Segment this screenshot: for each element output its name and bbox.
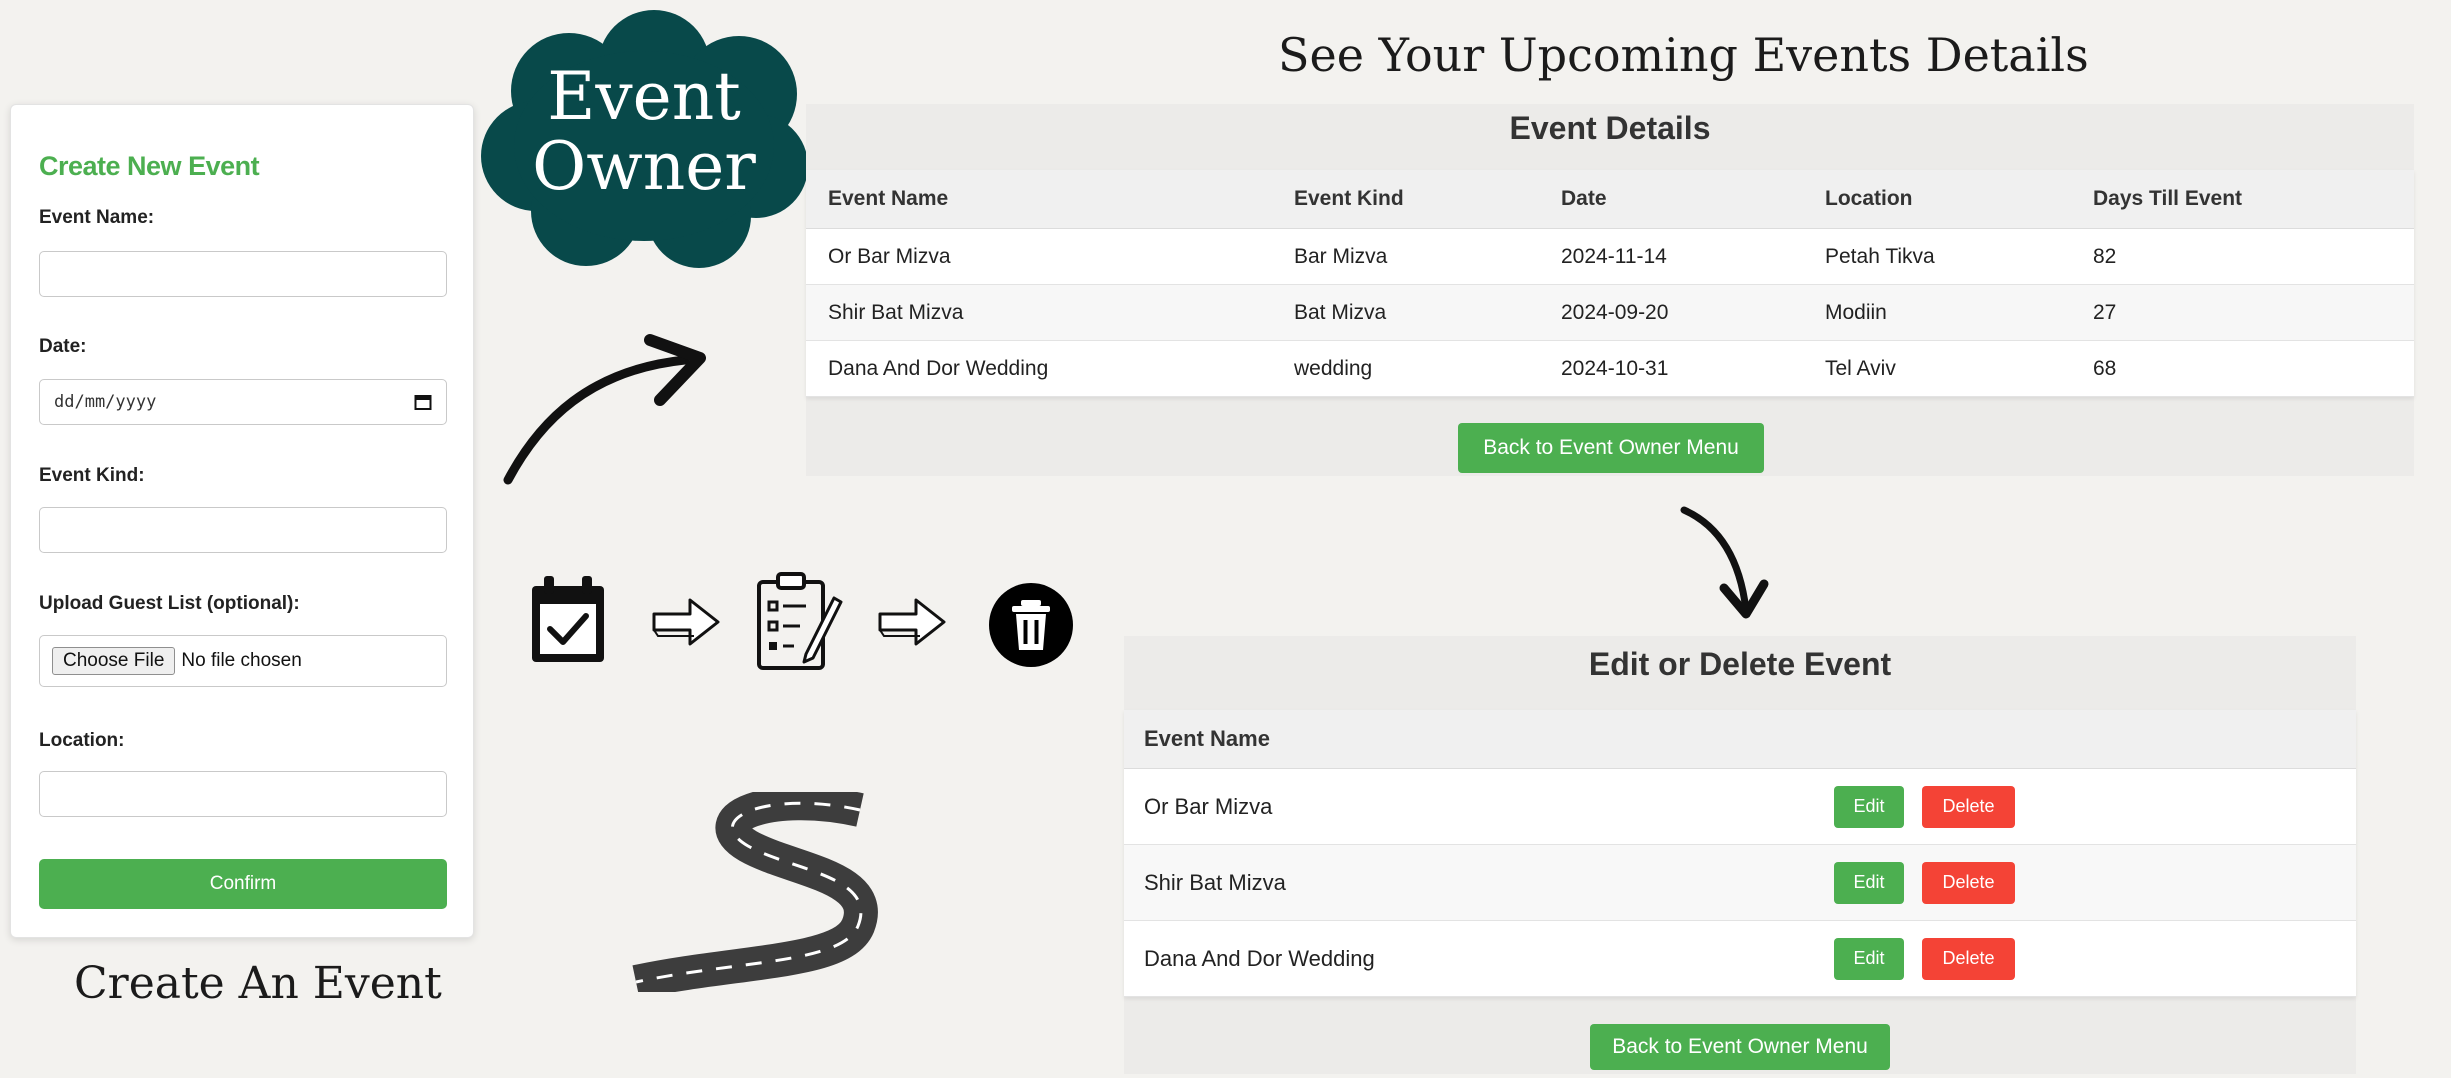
event-name-label: Event Name: [39, 207, 155, 228]
create-event-form: Create New Event Event Name: Date: dd/mm… [10, 104, 474, 938]
no-file-text: No file chosen [181, 650, 302, 671]
table-cell: 82 [2071, 228, 2414, 285]
location-input[interactable] [39, 771, 447, 817]
table-row: Or Bar Mizva Bar Mizva 2024-11-14 Petah … [806, 228, 2414, 285]
column-header: Date [1539, 170, 1803, 229]
table-cell: Petah Tikva [1803, 228, 2071, 285]
road-icon [632, 792, 878, 992]
guest-list-label: Upload Guest List (optional): [39, 593, 300, 614]
event-details-table: Event Name Event Kind Date Location Days… [806, 170, 2414, 397]
curved-arrow-icon [503, 334, 706, 485]
event-name-cell: Dana And Dor Wedding [1124, 920, 1814, 997]
table-row: Dana And Dor Wedding Edit Delete [1124, 920, 2356, 997]
edit-delete-panel: Edit or Delete Event Event Name Or Bar M… [1124, 636, 2356, 1074]
edit-delete-table: Event Name Or Bar Mizva Edit Delete Shir … [1124, 710, 2356, 997]
event-name-cell: Shir Bat Mizva [1124, 844, 1814, 921]
event-name-cell: Or Bar Mizva [1124, 768, 1814, 845]
cloud-label-line1: Event [547, 58, 741, 135]
column-header: Location [1803, 170, 2071, 229]
actions-cell: Edit Delete [1814, 768, 2356, 845]
table-cell: Bat Mizva [1272, 284, 1539, 341]
edit-button[interactable]: Edit [1834, 937, 1904, 980]
delete-button[interactable]: Delete [1922, 861, 2015, 904]
event-name-input[interactable] [39, 251, 447, 297]
table-cell: 27 [2071, 284, 2414, 341]
date-label: Date: [39, 336, 87, 357]
table-cell: Shir Bat Mizva [806, 284, 1272, 341]
event-details-panel: Event Details Event Name Event Kind Date… [806, 104, 2414, 476]
edit-delete-title: Edit or Delete Event [1588, 646, 1892, 682]
column-header: Event Name [806, 170, 1272, 229]
delete-button[interactable]: Delete [1922, 937, 2015, 980]
confirm-button[interactable]: Confirm [39, 859, 447, 909]
calendar-picker-icon[interactable] [414, 393, 432, 411]
edit-button[interactable]: Edit [1834, 861, 1904, 904]
actions-cell: Edit Delete [1814, 844, 2356, 921]
right-arrow-icon [652, 598, 720, 646]
edit-button[interactable]: Edit [1834, 785, 1904, 828]
actions-cell: Edit Delete [1814, 920, 2356, 997]
actions-header [1814, 710, 2356, 769]
table-row: Shir Bat Mizva Bat Mizva 2024-09-20 Modi… [806, 284, 2414, 341]
table-row: Shir Bat Mizva Edit Delete [1124, 844, 2356, 921]
event-kind-label: Event Kind: [39, 465, 145, 486]
choose-file-button[interactable]: Choose File [52, 647, 176, 675]
calendar-check-icon [532, 576, 604, 662]
table-cell: Dana And Dor Wedding [806, 340, 1272, 397]
table-row: Dana And Dor Wedding wedding 2024-10-31 … [806, 340, 2414, 397]
cloud-label-line2: Owner [532, 128, 756, 205]
date-placeholder: dd/mm/yyyy [54, 392, 157, 412]
down-arrow-icon [1680, 506, 1769, 619]
table-cell: 2024-10-31 [1539, 340, 1803, 397]
table-cell: Or Bar Mizva [806, 228, 1272, 285]
cloud-label: Event Owner [474, 62, 814, 202]
column-header: Days Till Event [2071, 170, 2414, 229]
upcoming-events-caption: See Your Upcoming Events Details [1278, 28, 2089, 82]
back-to-menu-button[interactable]: Back to Event Owner Menu [1590, 1024, 1890, 1070]
back-to-menu-button[interactable]: Back to Event Owner Menu [1458, 423, 1764, 473]
right-arrow-icon [878, 598, 946, 646]
table-cell: Tel Aviv [1803, 340, 2071, 397]
trash-icon [989, 583, 1073, 667]
table-cell: 68 [2071, 340, 2414, 397]
column-header: Event Kind [1272, 170, 1539, 229]
create-event-caption: Create An Event [74, 958, 442, 1009]
clipboard-checklist-icon [757, 572, 843, 670]
form-title: Create New Event [39, 151, 260, 181]
delete-button[interactable]: Delete [1922, 785, 2015, 828]
guest-list-file-input[interactable]: Choose File No file chosen [39, 635, 447, 687]
table-cell: 2024-11-14 [1539, 228, 1803, 285]
table-row: Or Bar Mizva Edit Delete [1124, 768, 2356, 845]
table-cell: wedding [1272, 340, 1539, 397]
event-details-title: Event Details [1509, 110, 1711, 146]
date-input[interactable]: dd/mm/yyyy [39, 379, 447, 425]
table-cell: 2024-09-20 [1539, 284, 1803, 341]
event-kind-input[interactable] [39, 507, 447, 553]
location-label: Location: [39, 730, 125, 751]
table-cell: Bar Mizva [1272, 228, 1539, 285]
table-cell: Modiin [1803, 284, 2071, 341]
table-header-row: Event Name Event Kind Date Location Days… [806, 170, 2414, 229]
column-header: Event Name [1124, 710, 1814, 769]
table-header-row: Event Name [1124, 710, 2356, 769]
